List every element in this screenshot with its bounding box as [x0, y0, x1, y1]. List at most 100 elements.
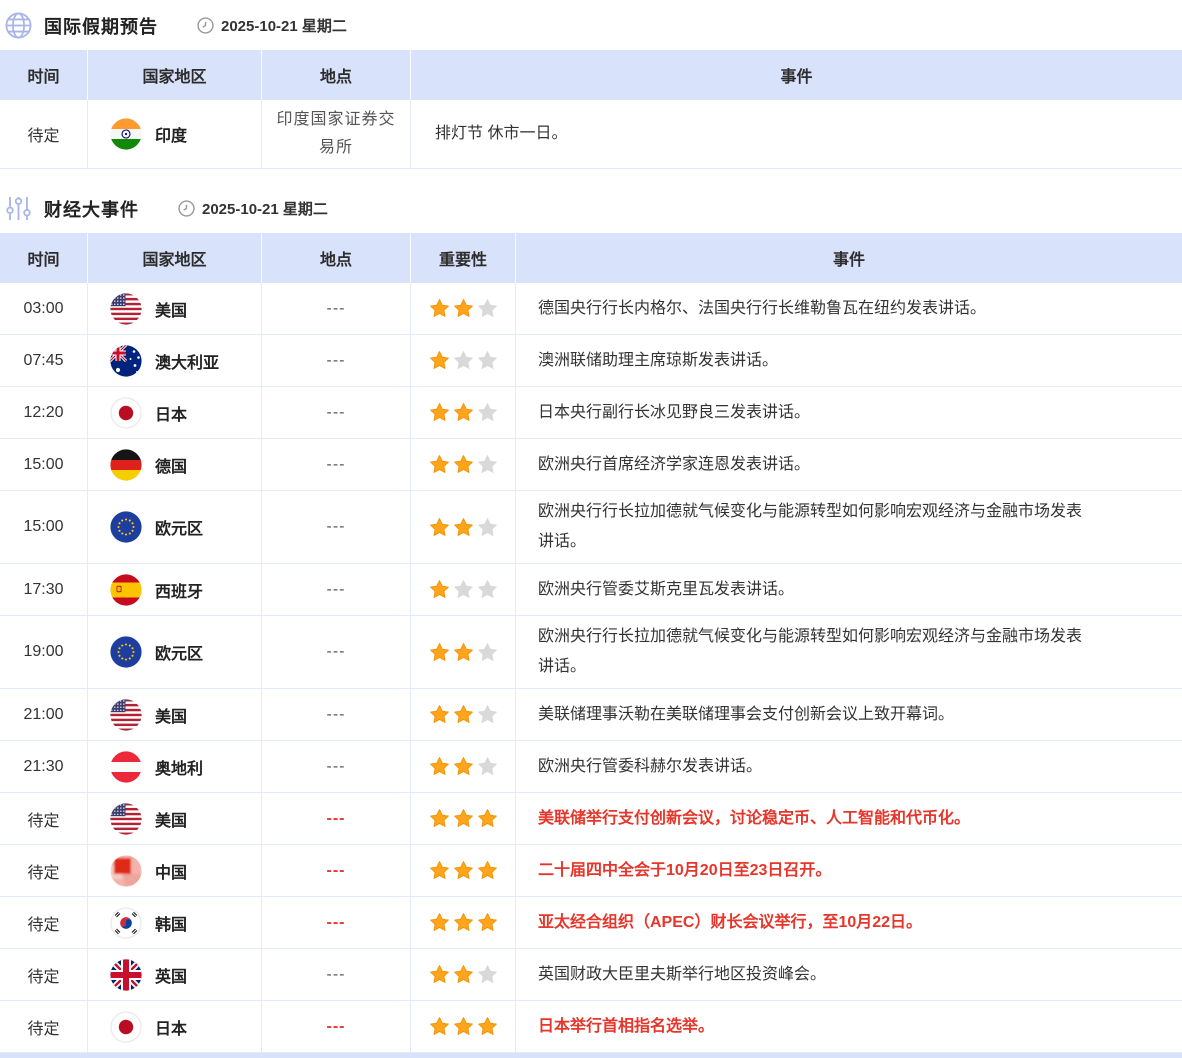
country-name: 德国	[155, 453, 187, 477]
time-cell: 21:30	[0, 741, 88, 792]
event-cell: 二十届四中全会于10月20日至23日召开。	[516, 845, 1182, 896]
star-filled-icon	[429, 517, 450, 538]
star-empty-icon	[477, 642, 498, 663]
country-cell: 中国	[88, 845, 262, 896]
country-name: 西班牙	[155, 578, 203, 602]
star-empty-icon	[453, 579, 474, 600]
globe-icon	[4, 11, 33, 40]
usa-flag	[110, 699, 142, 731]
country-cell: 日本	[88, 1001, 262, 1052]
holiday-col-country: 国家地区	[88, 50, 262, 100]
events-table-header: 时间 国家地区 地点 重要性 事件	[0, 233, 1182, 283]
holiday-section: 国际假期预告 2025-10-21 星期二 时间 国家地区 地点 事件 待定印度…	[0, 0, 1182, 169]
location-cell: ---	[262, 564, 411, 615]
importance-cell	[411, 616, 516, 688]
country-cell: 英国	[88, 949, 262, 1000]
importance-cell	[411, 741, 516, 792]
star-filled-icon	[453, 808, 474, 829]
event-row: 待定韩国---亚太经合组织（APEC）财长会议举行，至10月22日。	[0, 897, 1182, 949]
event-cell: 欧洲央行管委科赫尔发表讲话。	[516, 741, 1182, 792]
event-cell: 美联储举行支付创新会议，讨论稳定币、人工智能和代币化。	[516, 793, 1182, 844]
event-row: 待定日本---日本举行首相指名选举。	[0, 1001, 1182, 1053]
star-filled-icon	[429, 964, 450, 985]
events-table-body: 03:00美国---德国央行行长内格尔、法国央行行长维勒鲁瓦在纽约发表讲话。07…	[0, 283, 1182, 1053]
star-empty-icon	[477, 964, 498, 985]
star-filled-icon	[453, 964, 474, 985]
time-cell: 15:00	[0, 439, 88, 490]
south-korea-flag	[110, 907, 142, 939]
importance-cell	[411, 335, 516, 386]
event-cell: 德国央行行长内格尔、法国央行行长维勒鲁瓦在纽约发表讲话。	[516, 283, 1182, 334]
time-cell: 12:20	[0, 387, 88, 438]
star-empty-icon	[477, 756, 498, 777]
time-cell: 03:00	[0, 283, 88, 334]
star-filled-icon	[429, 704, 450, 725]
event-cell: 亚太经合组织（APEC）财长会议举行，至10月22日。	[516, 897, 1182, 948]
event-row: 12:20日本---日本央行副行长冰见野良三发表讲话。	[0, 387, 1182, 439]
country-name: 中国	[155, 859, 187, 883]
star-filled-icon	[429, 350, 450, 371]
importance-cell	[411, 845, 516, 896]
importance-cell	[411, 387, 516, 438]
event-row: 21:30奥地利---欧洲央行管委科赫尔发表讲话。	[0, 741, 1182, 793]
country-name: 印度	[155, 122, 187, 146]
star-filled-icon	[453, 1016, 474, 1037]
time-cell: 17:30	[0, 564, 88, 615]
star-filled-icon	[453, 298, 474, 319]
country-name: 欧元区	[155, 515, 203, 539]
star-empty-icon	[477, 579, 498, 600]
star-filled-icon	[453, 402, 474, 423]
events-section-title: 财经大事件 2025-10-21 星期二	[0, 183, 1182, 233]
usa-flag	[110, 293, 142, 325]
event-cell: 欧洲央行管委艾斯克里瓦发表讲话。	[516, 564, 1182, 615]
country-cell: 美国	[88, 689, 262, 740]
country-name: 日本	[155, 401, 187, 425]
event-row: 待定美国---美联储举行支付创新会议，讨论稳定币、人工智能和代币化。	[0, 793, 1182, 845]
importance-cell	[411, 491, 516, 563]
star-filled-icon	[429, 860, 450, 881]
holiday-col-event: 事件	[411, 50, 1182, 100]
star-filled-icon	[429, 642, 450, 663]
country-name: 英国	[155, 963, 187, 987]
austria-flag	[110, 751, 142, 783]
event-cell: 英国财政大臣里夫斯举行地区投资峰会。	[516, 949, 1182, 1000]
star-filled-icon	[429, 756, 450, 777]
country-cell: 美国	[88, 793, 262, 844]
events-date: 2025-10-21 星期二	[202, 198, 328, 219]
time-cell: 待定	[0, 845, 88, 896]
star-filled-icon	[429, 402, 450, 423]
country-name: 欧元区	[155, 640, 203, 664]
star-filled-icon	[453, 704, 474, 725]
holiday-table-body: 待定印度印度国家证券交易所排灯节 休市一日。	[0, 100, 1182, 169]
country-cell: 欧元区	[88, 491, 262, 563]
holiday-date-group: 2025-10-21 星期二	[196, 15, 347, 36]
country-name: 美国	[155, 807, 187, 831]
location-cell: ---	[262, 845, 411, 896]
country-cell: 美国	[88, 283, 262, 334]
clock-icon	[177, 199, 196, 218]
event-row: 待定 中国 --- 二十届四中全会于10月20日至23日召开。	[0, 845, 1182, 897]
event-row: 19:00欧元区---欧洲央行行长拉加德就气候变化与能源转型如何影响宏观经济与金…	[0, 616, 1182, 689]
country-name: 美国	[155, 703, 187, 727]
country-cell: 德国	[88, 439, 262, 490]
star-filled-icon	[453, 756, 474, 777]
holiday-table-header: 时间 国家地区 地点 事件	[0, 50, 1182, 100]
event-row: 03:00美国--- 德国央行行长内格尔、法国央行行长维勒鲁瓦在纽约发表讲话。	[0, 283, 1182, 335]
holiday-title: 国际假期预告	[44, 13, 158, 39]
eurozone-flag	[110, 511, 142, 543]
event-row: 17:30 西班牙 --- 欧洲央行管委艾斯克里瓦发表讲话。	[0, 564, 1182, 616]
events-date-group: 2025-10-21 星期二	[177, 198, 328, 219]
country-cell: 韩国	[88, 897, 262, 948]
location-cell: ---	[262, 689, 411, 740]
time-cell: 15:00	[0, 491, 88, 563]
events-title: 财经大事件	[44, 196, 139, 222]
eurozone-flag	[110, 636, 142, 668]
star-filled-icon	[429, 808, 450, 829]
location-cell: ---	[262, 283, 411, 334]
country-cell: 澳大利亚	[88, 335, 262, 386]
importance-cell	[411, 1001, 516, 1052]
events-col-location: 地点	[262, 233, 411, 283]
events-col-time: 时间	[0, 233, 88, 283]
time-cell: 19:00	[0, 616, 88, 688]
star-empty-icon	[477, 454, 498, 475]
